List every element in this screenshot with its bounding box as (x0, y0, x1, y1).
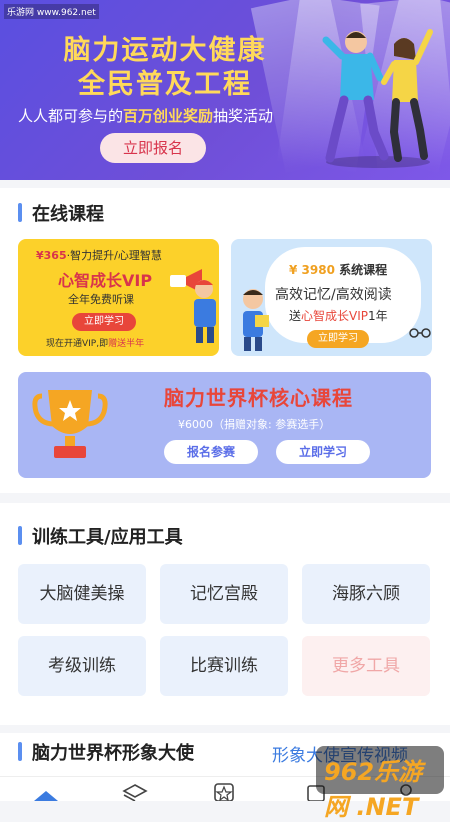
dancers-illustration (322, 29, 433, 168)
layers-icon[interactable] (122, 783, 148, 801)
tools-section: 训练工具/应用工具 大脑健美操 记忆宫殿 海豚六顾 考级训练 比赛训练 更多工具 (0, 503, 450, 725)
system-price-line: ¥ 3980 系统课程 (289, 261, 387, 278)
watermark-text: 乐游网 www.962.net (4, 4, 99, 19)
glasses-icon (409, 328, 431, 338)
tool-memory-palace[interactable]: 记忆宫殿 (160, 564, 288, 624)
ambassador-title: 脑力世界杯形象大使 (18, 739, 194, 765)
site-logo: 962乐游网 .NET (316, 746, 444, 821)
register-button[interactable]: 立即报名 (100, 133, 206, 163)
tool-more[interactable]: 更多工具 (302, 636, 430, 696)
system-line1: 高效记忆/高效阅读 (275, 287, 392, 303)
system-price: ¥ 3980 (289, 263, 335, 277)
hero-subtitle-post: 抽奖活动 (213, 107, 274, 125)
core-study-button[interactable]: 立即学习 (276, 440, 370, 464)
hero-subtitle-highlight: 百万创业奖励 (123, 107, 214, 125)
core-course-title: 脑力世界杯核心课程 (164, 386, 353, 410)
vip-study-button[interactable]: 立即学习 (72, 313, 136, 331)
vip-promo: 现在开通VIP,即赠送半年 (46, 336, 144, 349)
system-line2-highlight: 心智成长VIP (301, 309, 369, 323)
star-icon[interactable] (214, 783, 234, 801)
join-contest-button[interactable]: 报名参赛 (164, 440, 258, 464)
tool-grade-training[interactable]: 考级训练 (18, 636, 146, 696)
tool-dolphin[interactable]: 海豚六顾 (302, 564, 430, 624)
vip-promo-pre: 现在开通VIP,即 (46, 339, 109, 349)
hero-subtitle-pre: 人人都可参与的 (18, 107, 124, 125)
system-line2-pre: 送 (289, 309, 302, 323)
home-icon[interactable] (32, 789, 60, 801)
tool-brain-gym[interactable]: 大脑健美操 (18, 564, 146, 624)
online-courses-section: 在线课程 ¥365·智力提升/心理智慧 心智成长VIP 全年免费听课 立即学习 … (0, 188, 450, 493)
vip-name: 心智成长VIP (58, 271, 153, 290)
vip-tagline: ·智力提升/心理智慧 (66, 249, 162, 262)
student-icon (243, 289, 269, 351)
hero-title-line2: 全民普及工程 (78, 69, 252, 100)
hero-subtitle: 人人都可参与的百万创业奖励抽奖活动 (18, 105, 273, 126)
core-course-price-note: ¥6000（捐赠对象: 参赛选手） (178, 418, 331, 431)
hero-banner[interactable]: 脑力运动大健康 全民普及工程 人人都可参与的百万创业奖励抽奖活动 立即报名 (0, 0, 450, 180)
vip-desc: 全年免费听课 (68, 293, 134, 306)
tools-title: 训练工具/应用工具 (18, 523, 183, 549)
megaphone-kid-icon (170, 269, 216, 343)
vip-promo-highlight: 赠送半年 (108, 339, 145, 349)
site-logo-text: 962乐游网 .NET (324, 758, 423, 821)
system-study-button[interactable]: 立即学习 (307, 330, 369, 348)
system-name: 系统课程 (339, 263, 388, 277)
system-course-card[interactable]: ¥ 3980 系统课程 高效记忆/高效阅读 送心智成长VIP1年 立即学习 (231, 239, 432, 356)
online-courses-title: 在线课程 (18, 200, 104, 226)
vip-course-card[interactable]: ¥365·智力提升/心理智慧 心智成长VIP 全年免费听课 立即学习 现在开通V… (18, 239, 219, 356)
system-line2: 送心智成长VIP1年 (289, 307, 388, 324)
tool-contest-training[interactable]: 比赛训练 (160, 636, 288, 696)
vip-price-line: ¥365·智力提升/心理智慧 (36, 247, 162, 263)
system-line2-post: 1年 (368, 309, 388, 323)
trophy-icon (32, 390, 108, 458)
core-course-card[interactable]: 脑力世界杯核心课程 ¥6000（捐赠对象: 参赛选手） 报名参赛 立即学习 (18, 372, 431, 478)
vip-price: ¥365 (36, 249, 67, 262)
